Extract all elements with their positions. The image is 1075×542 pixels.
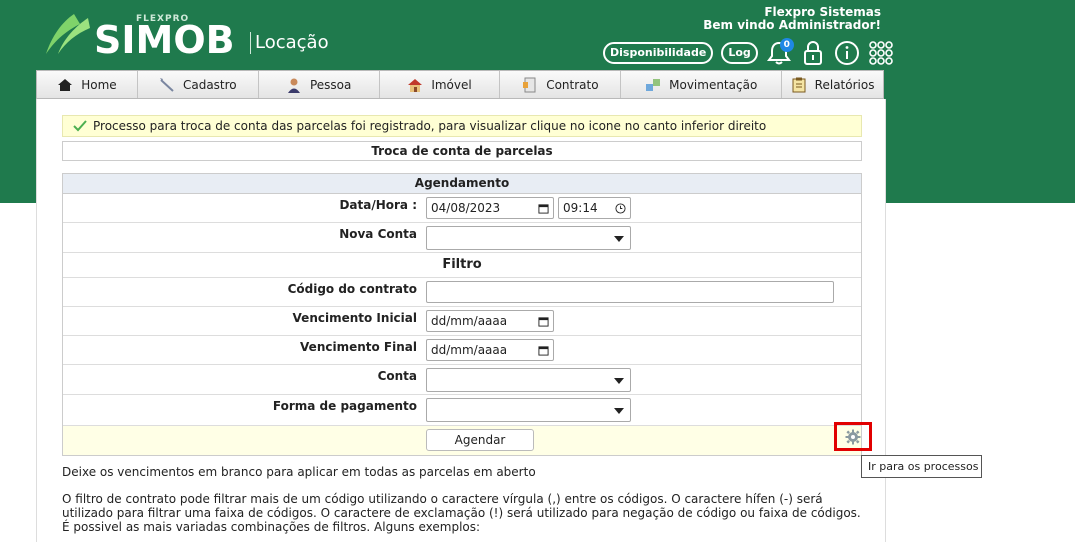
processes-button[interactable] [834, 422, 872, 451]
disponibilidade-button[interactable]: Disponibilidade [603, 42, 714, 64]
notifications-badge: 0 [779, 38, 794, 52]
nav-label-relatorios: Relatórios [814, 77, 875, 92]
contract-icon [523, 77, 536, 92]
lock-icon [803, 41, 822, 65]
venc-inicial-row: Vencimento Inicial dd/mm/aaaa [63, 307, 861, 336]
nav-label-cadastro: Cadastro [182, 77, 237, 92]
nav-label-pessoa: Pessoa [309, 77, 352, 92]
agendar-button[interactable]: Agendar [426, 429, 534, 451]
lock-button[interactable] [800, 40, 826, 66]
content-panel: Processo para troca de conta das parcela… [36, 99, 886, 542]
nav-label-home: Home [81, 77, 117, 92]
time-input[interactable]: 09:14 [558, 197, 631, 219]
success-alert: Processo para troca de conta das parcela… [62, 115, 862, 137]
venc-inicial-label: Vencimento Inicial [292, 311, 417, 325]
agendamento-header: Agendamento [63, 174, 861, 194]
nova-conta-row: Nova Conta [63, 223, 861, 253]
welcome-text: Bem vindo Administrador! [703, 18, 881, 32]
venc-final-row: Vencimento Final dd/mm/aaaa [63, 336, 861, 365]
forma-row: Forma de pagamento [63, 395, 861, 426]
time-value: 09:14 [563, 201, 598, 215]
nova-conta-select[interactable] [426, 225, 631, 250]
codigo-label: Código do contrato [287, 282, 417, 296]
venc-final-input[interactable]: dd/mm/aaaa [426, 339, 554, 361]
venc-inicial-input[interactable]: dd/mm/aaaa [426, 310, 554, 332]
action-row: Agendar [63, 422, 872, 455]
home-icon [58, 78, 73, 91]
note-vencimentos: Deixe os vencimentos em branco para apli… [62, 465, 536, 479]
codigo-row: Código do contrato [63, 278, 861, 307]
venc-final-placeholder: dd/mm/aaaa [431, 343, 508, 357]
forma-pagamento-select[interactable] [426, 398, 631, 422]
conta-row: Conta [63, 365, 861, 395]
nova-conta-label: Nova Conta [339, 227, 417, 241]
forma-label: Forma de pagamento [272, 399, 417, 413]
company-info: Flexpro Sistemas Bem vindo Administrador… [703, 6, 881, 32]
logo-text: SIMOB [94, 18, 235, 62]
checkmark-icon [73, 120, 87, 132]
clock-icon [615, 202, 626, 214]
top-toolbar: Disponibilidade Log 0 [603, 38, 894, 66]
calendar-icon [538, 345, 549, 356]
report-icon [792, 77, 806, 92]
venc-final-field: dd/mm/aaaa [423, 336, 861, 364]
house-icon [408, 78, 423, 92]
alert-text: Processo para troca de conta das parcela… [93, 119, 767, 133]
calendar-icon [538, 316, 549, 327]
date-input[interactable]: 04/08/2023 [426, 197, 554, 219]
conta-field [423, 365, 861, 394]
date-value: 04/08/2023 [431, 201, 501, 215]
scheduling-form: Agendamento Data/Hora : 04/08/2023 09:14… [62, 173, 872, 456]
datahora-row: Data/Hora : 04/08/2023 09:14 [63, 194, 861, 223]
logo-subtitle: Locação [250, 32, 329, 54]
nav-item-pessoa[interactable]: Pessoa [259, 71, 380, 98]
nav-item-movimentacao[interactable]: Movimentação [621, 71, 783, 98]
info-button[interactable] [834, 40, 860, 66]
nav-item-relatorios[interactable]: Relatórios [782, 71, 883, 98]
nav-label-contrato: Contrato [546, 77, 599, 92]
pencil-icon [159, 77, 174, 92]
datahora-label: Data/Hora : [339, 198, 417, 212]
nav-item-cadastro[interactable]: Cadastro [138, 71, 259, 98]
codigo-input[interactable] [426, 281, 834, 303]
conta-label: Conta [377, 369, 417, 383]
nav-item-imovel[interactable]: Imóvel [380, 71, 501, 98]
gear-icon [845, 429, 861, 444]
codigo-field [423, 278, 861, 306]
nav-label-movimentacao: Movimentação [669, 77, 758, 92]
forma-field [423, 395, 861, 425]
logo-swoosh-icon [46, 14, 90, 54]
processes-tooltip: Ir para os processos [861, 455, 982, 478]
notifications-button[interactable]: 0 [766, 38, 794, 66]
info-icon [834, 41, 859, 65]
venc-final-label: Vencimento Final [300, 340, 417, 354]
page-title: Troca de conta de parcelas [62, 141, 862, 161]
nav-item-contrato[interactable]: Contrato [500, 71, 622, 98]
apps-grid-icon [868, 41, 893, 65]
transfer-icon [646, 78, 661, 91]
venc-inicial-placeholder: dd/mm/aaaa [431, 314, 508, 328]
nav-item-home[interactable]: Home [37, 71, 138, 98]
note-filtro: O filtro de contrato pode filtrar mais d… [62, 492, 861, 534]
apps-button[interactable] [868, 40, 894, 66]
datahora-fields: 04/08/2023 09:14 [423, 194, 861, 222]
log-button[interactable]: Log [721, 42, 758, 64]
conta-select[interactable] [426, 367, 631, 392]
calendar-icon [538, 203, 549, 214]
main-nav: Home Cadastro Pessoa Imóvel Contrato Mov… [36, 70, 884, 99]
simob-logo[interactable]: FLEXPRO SIMOB Locação [44, 12, 344, 60]
venc-inicial-field: dd/mm/aaaa [423, 307, 861, 335]
person-icon [287, 78, 300, 93]
nav-label-imovel: Imóvel [431, 77, 472, 92]
nova-conta-field [423, 223, 861, 252]
filtro-header: Filtro [63, 253, 861, 278]
